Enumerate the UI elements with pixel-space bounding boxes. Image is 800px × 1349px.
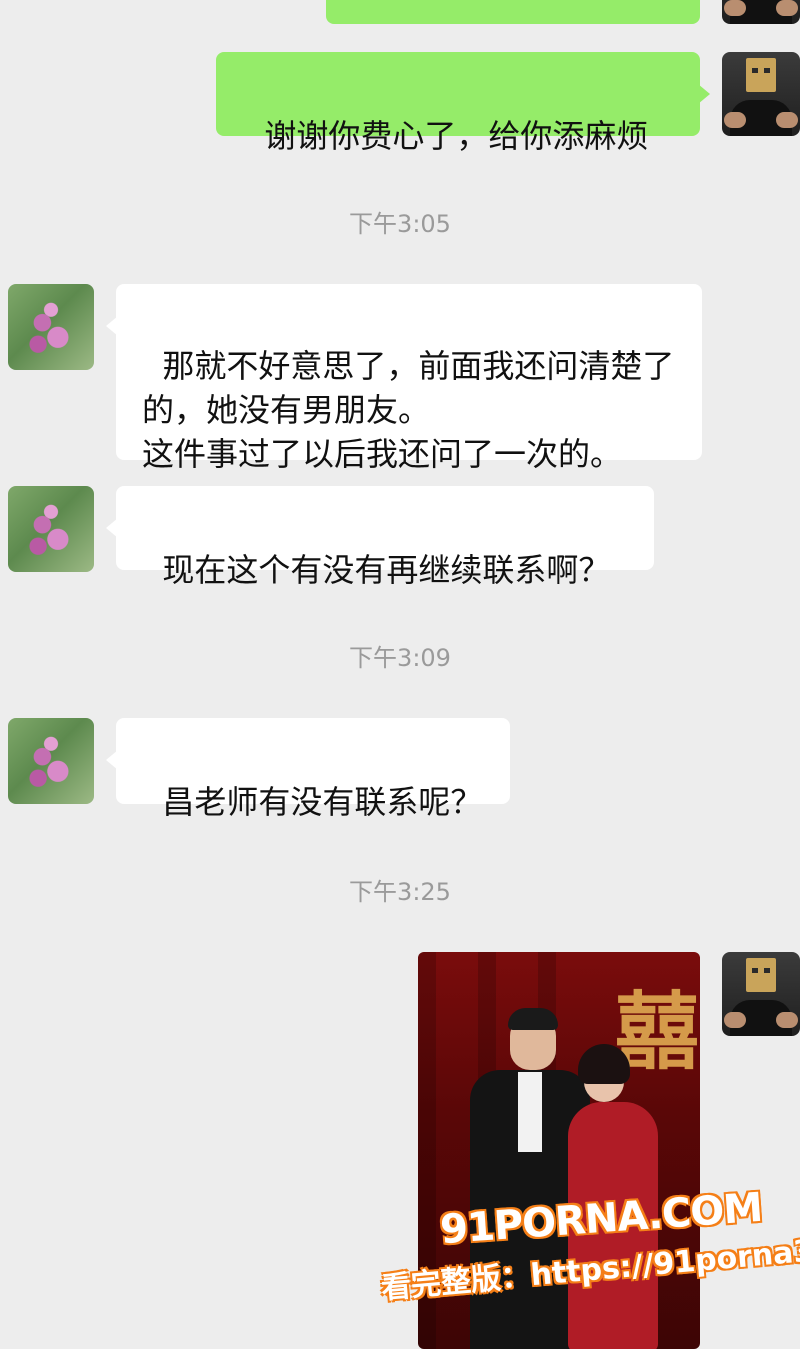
message-bubble-self[interactable]: 谢谢你费心了，给你添麻烦	[216, 52, 710, 155]
contact-avatar-icon[interactable]	[8, 486, 94, 572]
contact-avatar-icon[interactable]	[8, 284, 94, 370]
self-avatar-icon[interactable]	[722, 952, 800, 1036]
message-bubble-contact[interactable]: 昌老师有没有联系呢？	[106, 718, 510, 821]
message-text: 谢谢你费心了，给你添麻烦	[264, 117, 649, 155]
self-avatar-icon[interactable]	[722, 0, 800, 24]
timestamp: 下午3:25	[349, 878, 451, 906]
timestamp: 下午3:05	[349, 210, 451, 238]
message-text: 那就不好意思了，前面我还问清楚了的，她没有男朋友。 这件事过了以后我还问了一次的…	[142, 347, 675, 473]
previous-message-bubble[interactable]	[326, 0, 700, 24]
message-bubble-contact[interactable]: 那就不好意思了，前面我还问清楚了的，她没有男朋友。 这件事过了以后我还问了一次的…	[106, 284, 702, 473]
self-avatar-icon[interactable]	[722, 52, 800, 136]
message-bubble-contact[interactable]: 现在这个有没有再继续联系啊？	[106, 486, 654, 589]
contact-avatar-icon[interactable]	[8, 718, 94, 804]
message-text: 现在这个有没有再继续联系啊？	[162, 551, 611, 589]
timestamp: 下午3:09	[349, 644, 451, 672]
message-text: 昌老师有没有联系呢？	[162, 783, 483, 821]
